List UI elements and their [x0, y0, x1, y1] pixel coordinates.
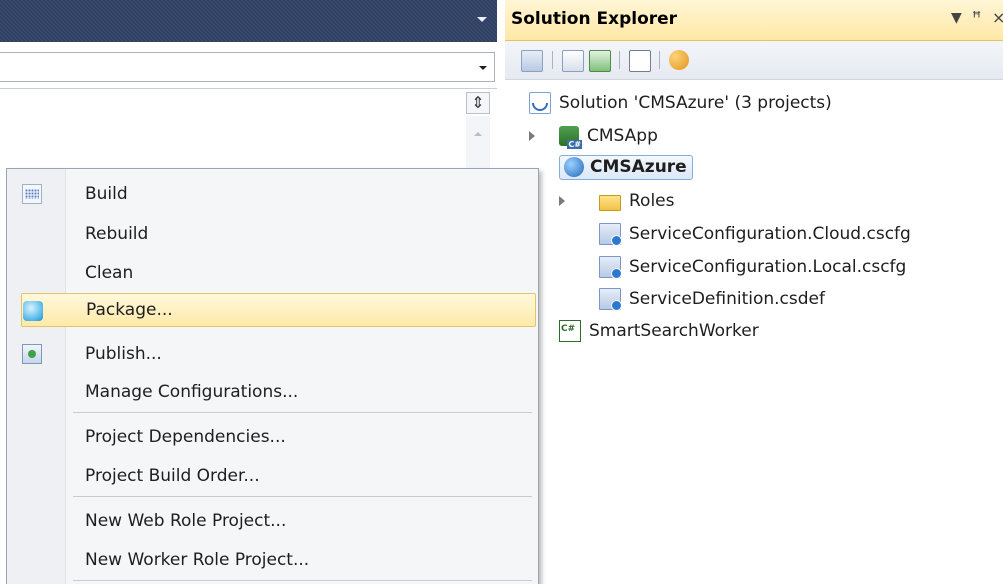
solution-explorer-titlebar: Solution Explorer ▼ ꟸ × — [505, 0, 1003, 41]
pin-icon[interactable]: ꟸ — [972, 8, 981, 27]
chevron-down-icon[interactable] — [479, 66, 487, 70]
menu-item-package[interactable]: Package... — [21, 293, 536, 327]
tree-item-local-cscfg[interactable]: ServiceConfiguration.Local.cscfg — [599, 252, 906, 282]
vertical-scrollbar[interactable] — [466, 116, 490, 176]
build-icon — [22, 184, 42, 204]
config-file-icon — [599, 256, 622, 279]
solution-explorer-toolbar — [505, 41, 1003, 80]
tree-item-cmsazure[interactable]: CMSAzure — [559, 152, 693, 182]
menu-item-project-dependencies[interactable]: Project Dependencies... — [9, 420, 536, 454]
expand-arrow-icon[interactable] — [529, 131, 535, 141]
toolbar-separator — [659, 51, 660, 69]
toolbar-separator — [552, 51, 553, 69]
context-menu: Build Rebuild Clean Package... Publish..… — [6, 168, 539, 584]
expand-arrow-icon[interactable] — [559, 196, 565, 206]
menu-item-clean[interactable]: Clean — [9, 256, 536, 290]
splitter-icon: ⇕ — [471, 93, 485, 112]
menu-item-new-web-role-project[interactable]: New Web Role Project... — [9, 504, 536, 538]
toolbar-separator — [619, 51, 620, 69]
tree-item-label: ServiceDefinition.csdef — [629, 289, 825, 309]
navigation-combobox[interactable] — [0, 52, 495, 82]
tree-item-label: Solution 'CMSAzure' (3 projects) — [559, 93, 832, 113]
tree-item-cmsapp[interactable]: CMSApp — [529, 121, 658, 151]
tree-item-label: Roles — [629, 191, 675, 211]
split-editor-button[interactable]: ⇕ — [466, 92, 490, 114]
solution-explorer-panel: Solution Explorer ▼ ꟸ × Solution 'CMSAzu… — [505, 0, 1003, 584]
publish-icon — [22, 344, 42, 364]
tree-item-smartsearchworker[interactable]: SmartSearchWorker — [559, 316, 759, 346]
close-icon[interactable]: × — [992, 8, 1003, 27]
refresh-icon[interactable] — [589, 50, 611, 72]
menu-separator — [73, 412, 532, 413]
tree-item-label: CMSApp — [587, 126, 658, 146]
tree-item-label: ServiceConfiguration.Local.cscfg — [629, 257, 907, 277]
editor-titlebar — [0, 0, 497, 42]
menu-separator — [73, 496, 532, 497]
folder-icon — [599, 194, 621, 211]
class-diagram-icon[interactable] — [669, 50, 689, 70]
tree-item-cloud-cscfg[interactable]: ServiceConfiguration.Cloud.cscfg — [599, 219, 911, 249]
solution-node[interactable]: Solution 'CMSAzure' (3 projects) — [529, 88, 832, 118]
menu-item-project-build-order[interactable]: Project Build Order... — [9, 459, 536, 493]
csharp-project-icon — [559, 320, 581, 342]
view-code-icon[interactable] — [629, 50, 651, 72]
config-file-icon — [599, 223, 622, 246]
panel-dropdown-icon[interactable]: ▼ — [951, 10, 962, 26]
menu-item-build[interactable]: Build — [9, 177, 536, 211]
menu-separator — [73, 580, 532, 581]
menu-item-publish[interactable]: Publish... — [9, 337, 536, 371]
show-all-files-icon[interactable] — [562, 50, 584, 72]
azure-globe-icon — [564, 156, 584, 177]
tree-item-roles[interactable]: Roles — [559, 186, 675, 216]
menu-item-manage-configurations[interactable]: Manage Configurations... — [9, 375, 536, 409]
csharp-web-project-icon — [559, 126, 582, 149]
menu-item-rebuild[interactable]: Rebuild — [9, 217, 536, 251]
scroll-up-icon[interactable] — [474, 132, 482, 136]
window-menu-dropdown-icon[interactable] — [477, 17, 487, 22]
properties-icon[interactable] — [521, 50, 543, 72]
panel-title: Solution Explorer — [511, 9, 678, 29]
tree-item-csdef[interactable]: ServiceDefinition.csdef — [599, 284, 825, 314]
definition-file-icon — [599, 288, 622, 311]
package-icon — [23, 301, 43, 321]
tree-item-label: SmartSearchWorker — [589, 321, 759, 341]
menu-item-new-worker-role-project[interactable]: New Worker Role Project... — [9, 543, 536, 577]
tree-item-label: CMSAzure — [590, 156, 687, 177]
selected-item[interactable]: CMSAzure — [559, 154, 693, 180]
solution-icon — [529, 92, 551, 114]
tree-item-label: ServiceConfiguration.Cloud.cscfg — [629, 224, 911, 244]
